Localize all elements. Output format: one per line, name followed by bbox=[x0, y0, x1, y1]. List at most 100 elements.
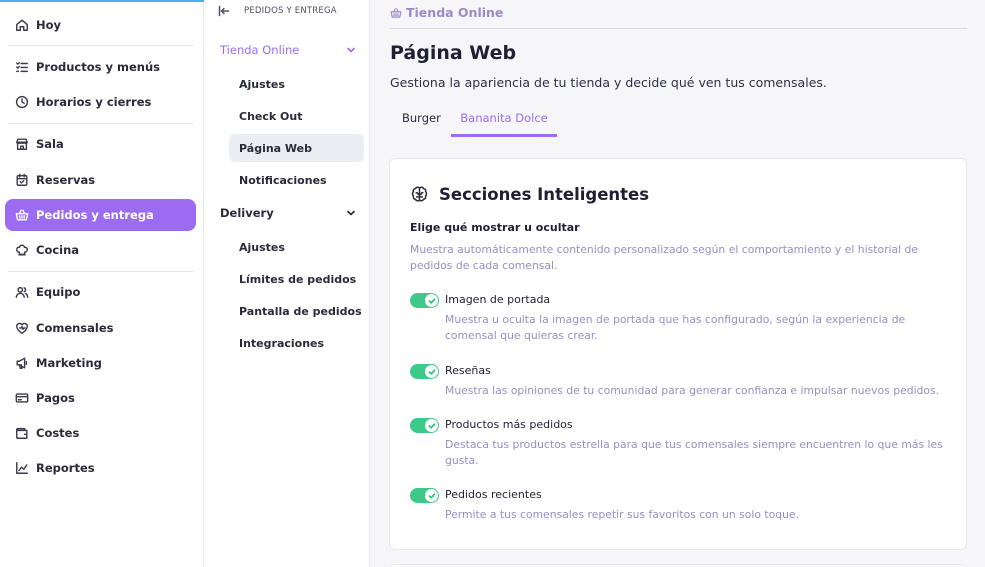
section-submenu: PEDIDOS Y ENTREGA Tienda Online Ajustes … bbox=[204, 0, 370, 567]
option-label: Reseñas bbox=[445, 364, 491, 377]
option-label: Productos más pedidos bbox=[445, 418, 573, 431]
option-description: Permite a tus comensales repetir sus fav… bbox=[445, 508, 800, 521]
basket-icon bbox=[390, 7, 402, 18]
submenu-group-tienda-online[interactable]: Tienda Online bbox=[220, 43, 356, 57]
sidebar-item-cocina[interactable]: Cocina bbox=[5, 234, 196, 266]
brain-icon bbox=[411, 186, 428, 202]
chart-icon bbox=[15, 461, 29, 475]
tab-bananita-dolce[interactable]: Bananita Dolce bbox=[451, 111, 557, 137]
submenu-title: PEDIDOS Y ENTREGA bbox=[244, 6, 337, 16]
toggle-switch[interactable] bbox=[410, 488, 439, 503]
sidebar-item-marketing[interactable]: Marketing bbox=[5, 347, 196, 379]
calendar-icon bbox=[15, 173, 29, 187]
sidebar-item-label: Costes bbox=[36, 426, 80, 440]
toggle-switch[interactable] bbox=[410, 364, 439, 379]
option-description: Muestra u oculta la imagen de portada qu… bbox=[445, 313, 906, 342]
chevron-down-icon bbox=[347, 47, 355, 53]
sidebar-item-label: Reportes bbox=[36, 461, 95, 475]
main-sidebar: Hoy Productos y menús Horarios y cierres… bbox=[0, 0, 204, 567]
check-icon bbox=[428, 492, 435, 499]
page-subtitle: Gestiona la apariencia de tu tienda y de… bbox=[390, 75, 827, 90]
sidebar-item-label: Comensales bbox=[36, 321, 114, 335]
toggle-knob bbox=[425, 489, 438, 502]
sidebar-item-label: Equipo bbox=[36, 285, 81, 299]
home-icon bbox=[15, 18, 29, 32]
submenu-item-label: Check Out bbox=[239, 109, 303, 123]
option-description: Muestra las opiniones de tu comunidad pa… bbox=[445, 384, 940, 397]
sidebar-item-label: Reservas bbox=[36, 173, 96, 187]
submenu-group-delivery[interactable]: Delivery bbox=[220, 206, 356, 220]
basket-icon bbox=[15, 208, 29, 222]
submenu-header: PEDIDOS Y ENTREGA bbox=[218, 5, 337, 17]
option-label: Pedidos recientes bbox=[445, 488, 542, 501]
sidebar-item-comensales[interactable]: Comensales bbox=[5, 312, 196, 344]
submenu-item-pantalla[interactable]: Pantalla de pedidos bbox=[229, 297, 364, 325]
card-title: Secciones Inteligentes bbox=[410, 185, 649, 204]
credit-card-icon bbox=[15, 391, 29, 405]
smart-sections-card: Secciones Inteligentes Elige qué mostrar… bbox=[389, 158, 967, 550]
submenu-item-label: Página Web bbox=[239, 141, 312, 155]
submenu-item-label: Integraciones bbox=[239, 336, 325, 350]
submenu-item-label: Pantalla de pedidos bbox=[239, 304, 362, 318]
sidebar-item-costes[interactable]: Costes bbox=[5, 417, 196, 449]
sidebar-item-reservas[interactable]: Reservas bbox=[5, 164, 196, 196]
collapse-icon[interactable] bbox=[218, 5, 230, 17]
store-icon bbox=[15, 137, 29, 151]
wallet-icon bbox=[15, 426, 29, 440]
toggle-switch[interactable] bbox=[410, 293, 439, 308]
sidebar-item-reportes[interactable]: Reportes bbox=[5, 452, 196, 484]
sidebar-item-horarios[interactable]: Horarios y cierres bbox=[5, 86, 196, 118]
submenu-item-notificaciones[interactable]: Notificaciones bbox=[229, 166, 364, 194]
sidebar-item-pedidos[interactable]: Pedidos y entrega bbox=[5, 199, 196, 231]
page-title: Página Web bbox=[390, 42, 517, 64]
submenu-item-pagina-web[interactable]: Página Web bbox=[229, 134, 364, 162]
sidebar-item-pagos[interactable]: Pagos bbox=[5, 382, 196, 414]
clock-icon bbox=[15, 95, 29, 109]
list-check-icon bbox=[15, 60, 29, 74]
sidebar-divider bbox=[8, 45, 193, 46]
sidebar-item-equipo[interactable]: Equipo bbox=[5, 276, 196, 308]
sidebar-item-label: Hoy bbox=[36, 18, 62, 32]
sidebar-item-productos[interactable]: Productos y menús bbox=[5, 51, 196, 83]
tab-burger[interactable]: Burger bbox=[402, 111, 441, 137]
toggle-knob bbox=[425, 365, 438, 378]
submenu-item-limites[interactable]: Límites de pedidos bbox=[229, 265, 364, 293]
submenu-item-ajustes[interactable]: Ajustes bbox=[229, 70, 364, 98]
breadcrumb-label: Tienda Online bbox=[406, 5, 504, 20]
submenu-item-label: Ajustes bbox=[239, 240, 285, 254]
submenu-item-integraciones[interactable]: Integraciones bbox=[229, 329, 364, 357]
sidebar-item-label: Pedidos y entrega bbox=[36, 208, 154, 222]
check-icon bbox=[428, 297, 435, 304]
sidebar-item-label: Sala bbox=[36, 137, 64, 151]
main-content: Tienda Online Página Web Gestiona la apa… bbox=[370, 0, 985, 567]
sidebar-item-hoy[interactable]: Hoy bbox=[5, 9, 196, 41]
sidebar-item-label: Marketing bbox=[36, 356, 102, 370]
chevron-down-icon bbox=[347, 210, 355, 216]
card-label: Elige qué mostrar u ocultar bbox=[410, 221, 580, 234]
option-description: Destaca tus productos estrella para que … bbox=[445, 438, 943, 467]
submenu-item-check-out[interactable]: Check Out bbox=[229, 102, 364, 130]
card-description: Muestra automáticamente contenido person… bbox=[410, 243, 919, 272]
toggle-switch[interactable] bbox=[410, 418, 439, 433]
submenu-item-label: Notificaciones bbox=[239, 173, 327, 187]
option-label: Imagen de portada bbox=[445, 293, 551, 306]
submenu-item-label: Ajustes bbox=[239, 77, 285, 91]
submenu-group-label: Tienda Online bbox=[220, 43, 300, 57]
submenu-item-delivery-ajustes[interactable]: Ajustes bbox=[229, 233, 364, 261]
sidebar-divider bbox=[8, 123, 193, 124]
sidebar-item-label: Horarios y cierres bbox=[36, 95, 152, 109]
heart-icon bbox=[15, 321, 29, 335]
megaphone-icon bbox=[15, 356, 29, 370]
sidebar-divider bbox=[8, 271, 193, 272]
sidebar-item-label: Productos y menús bbox=[36, 60, 160, 74]
toggle-knob bbox=[425, 419, 438, 432]
breadcrumb[interactable]: Tienda Online bbox=[390, 5, 503, 20]
breadcrumb-divider bbox=[390, 28, 967, 29]
toggle-knob bbox=[425, 294, 438, 307]
sidebar-item-label: Pagos bbox=[36, 391, 75, 405]
submenu-group-label: Delivery bbox=[220, 206, 274, 220]
check-icon bbox=[428, 368, 435, 375]
sidebar-top-accent bbox=[0, 0, 204, 2]
card-title-text: Secciones Inteligentes bbox=[439, 185, 650, 204]
sidebar-item-sala[interactable]: Sala bbox=[5, 128, 196, 160]
